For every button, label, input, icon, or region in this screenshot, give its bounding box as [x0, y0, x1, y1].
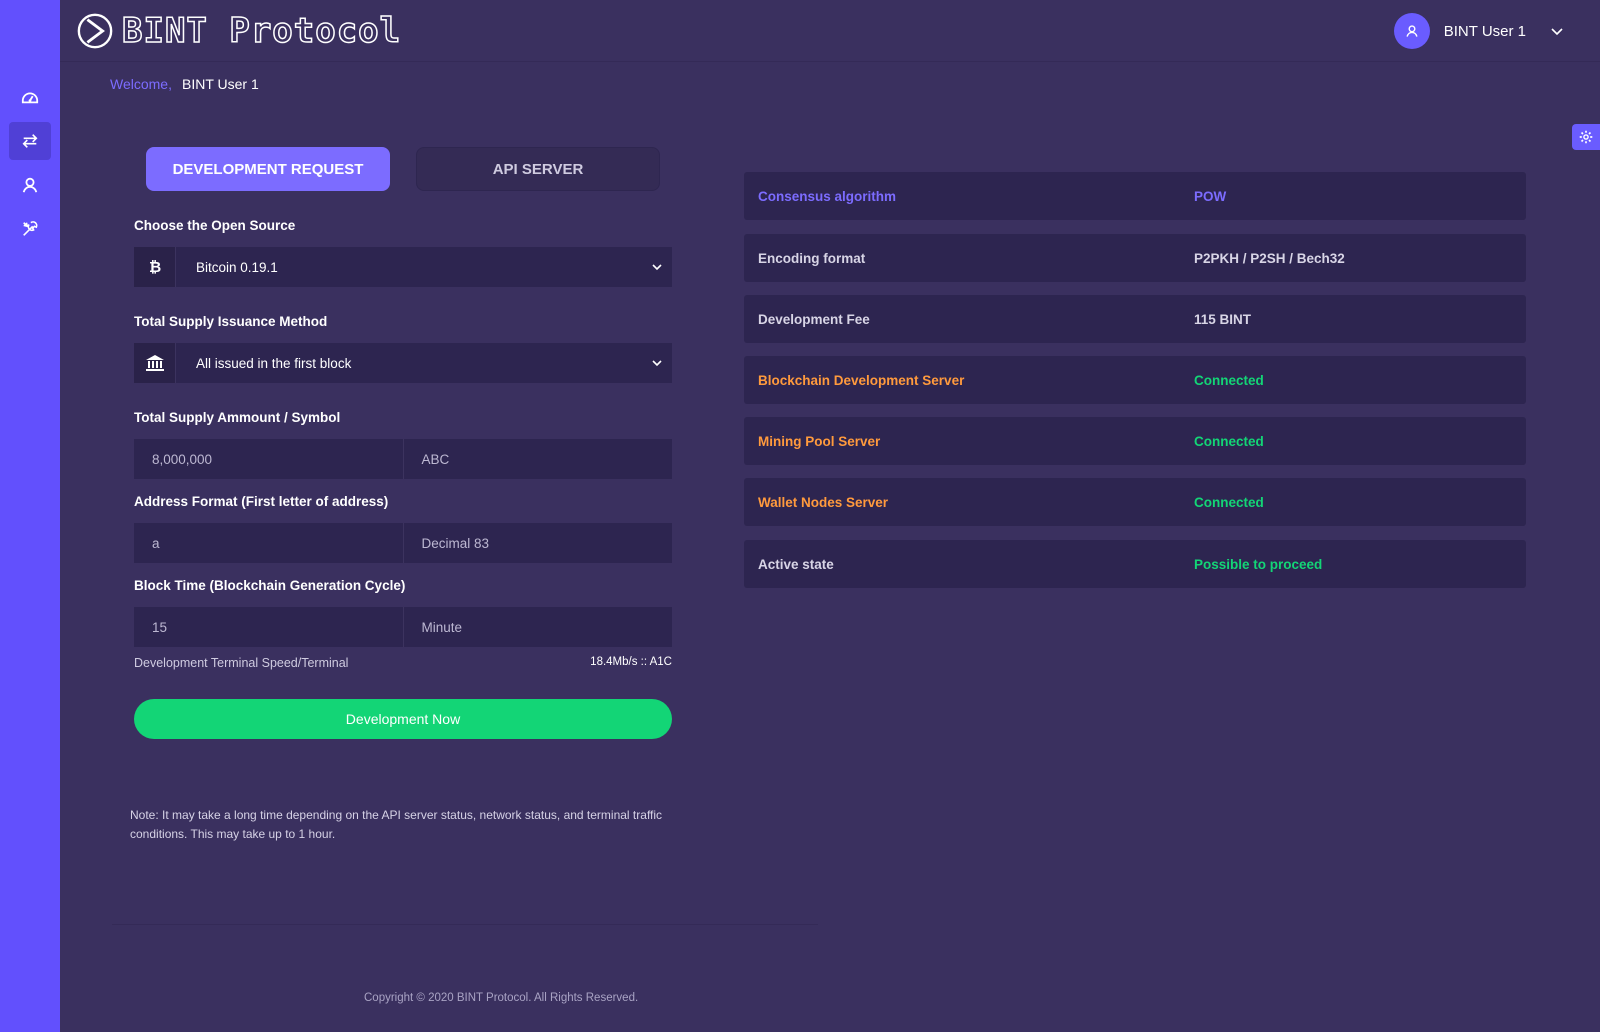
- status-key: Active state: [758, 556, 834, 572]
- issuance-value: All issued in the first block: [196, 355, 352, 371]
- status-value: 115 BINT: [1194, 311, 1252, 327]
- block-time-label: Block Time (Blockchain Generation Cycle): [134, 578, 406, 593]
- status-row-fee: Development Fee 115 BINT: [744, 295, 1526, 343]
- terminal-speed-row: Development Terminal Speed/Terminal 18.4…: [134, 656, 672, 670]
- sidebar-item-user[interactable]: [9, 166, 51, 204]
- brand-logo[interactable]: BINT Protocol: [76, 10, 401, 52]
- status-row-consensus: Consensus algorithm POW: [744, 172, 1526, 220]
- address-format-label: Address Format (First letter of address): [134, 494, 389, 509]
- sidebar-item-exchange[interactable]: [9, 122, 51, 160]
- supply-amount-input[interactable]: 8,000,000: [134, 439, 404, 479]
- status-row-mining-pool: Mining Pool Server Connected: [744, 417, 1526, 465]
- supply-label: Total Supply Ammount / Symbol: [134, 410, 341, 425]
- issuance-select[interactable]: All issued in the first block: [134, 343, 672, 383]
- welcome-label: Welcome,: [110, 76, 172, 92]
- terminal-speed-label: Development Terminal Speed/Terminal: [134, 656, 349, 670]
- welcome-message: Welcome, BINT User 1: [110, 76, 259, 92]
- status-row-blockchain-server: Blockchain Development Server Connected: [744, 356, 1526, 404]
- status-key: Encoding format: [758, 250, 866, 266]
- status-value: POW: [1194, 188, 1227, 204]
- bank-icon: [134, 343, 176, 383]
- exchange-icon: [22, 134, 38, 148]
- terminal-speed-value: 18.4Mb/s :: A1C: [590, 656, 672, 668]
- sidebar: [0, 0, 60, 1032]
- open-source-select[interactable]: ₿ Bitcoin 0.19.1: [134, 247, 672, 287]
- avatar: [1393, 13, 1430, 49]
- status-row-wallet-nodes: Wallet Nodes Server Connected: [744, 478, 1526, 526]
- chevron-down-icon: [642, 358, 672, 368]
- top-header: BINT Protocol BINT User 1: [60, 0, 1600, 62]
- chevron-down-icon[interactable]: [1550, 24, 1564, 38]
- gear-icon: [1579, 130, 1593, 144]
- user-menu[interactable]: BINT User 1: [1393, 12, 1564, 50]
- block-time-unit-input[interactable]: Minute: [404, 607, 673, 647]
- open-source-label: Choose the Open Source: [134, 218, 296, 233]
- status-row-active-state: Active state Possible to proceed: [744, 540, 1526, 588]
- issuance-label: Total Supply Issuance Method: [134, 314, 328, 329]
- brand-logo-icon: [77, 13, 113, 49]
- dashboard-icon: [21, 92, 39, 104]
- status-value: Possible to proceed: [1194, 556, 1323, 572]
- status-key: Blockchain Development Server: [758, 372, 965, 388]
- tools-icon: [23, 221, 38, 236]
- status-value: Connected: [1194, 433, 1264, 449]
- status-value: Connected: [1194, 372, 1264, 388]
- block-time-fields: 15 Minute: [134, 607, 672, 647]
- user-name: BINT User 1: [1443, 22, 1526, 40]
- svg-text:₿: ₿: [149, 259, 161, 275]
- status-key: Wallet Nodes Server: [758, 494, 889, 510]
- copyright: Copyright © 2020 BINT Protocol. All Righ…: [364, 992, 639, 1004]
- sidebar-item-tools[interactable]: [9, 210, 51, 248]
- tab-development-request[interactable]: DEVELOPMENT REQUEST: [146, 147, 390, 191]
- tab-api-server[interactable]: API SERVER: [416, 147, 660, 191]
- address-format-fields: a Decimal 83: [134, 523, 672, 563]
- supply-fields: 8,000,000 ABC: [134, 439, 672, 479]
- address-decimal-input[interactable]: Decimal 83: [404, 523, 673, 563]
- sidebar-item-dashboard[interactable]: [9, 78, 51, 116]
- settings-toggle[interactable]: [1572, 124, 1600, 150]
- user-avatar-icon: [1406, 25, 1418, 37]
- welcome-name: BINT User 1: [181, 76, 259, 92]
- status-key: Mining Pool Server: [758, 433, 881, 449]
- status-value: P2PKH / P2SH / Bech32: [1194, 250, 1345, 266]
- chevron-down-icon: [642, 262, 672, 272]
- status-value: Connected: [1194, 494, 1264, 510]
- brand-name: BINT Protocol: [121, 10, 402, 52]
- block-time-input[interactable]: 15: [134, 607, 404, 647]
- note-text: Note: It may take a long time depending …: [130, 808, 663, 841]
- supply-symbol-input[interactable]: ABC: [404, 439, 673, 479]
- open-source-value: Bitcoin 0.19.1: [196, 259, 278, 275]
- status-key: Consensus algorithm: [758, 188, 897, 204]
- bitcoin-icon: ₿: [134, 247, 176, 287]
- address-letter-input[interactable]: a: [134, 523, 404, 563]
- status-key: Development Fee: [758, 311, 870, 327]
- divider: [112, 924, 818, 925]
- status-row-encoding: Encoding format P2PKH / P2SH / Bech32: [744, 234, 1526, 282]
- user-icon: [22, 177, 38, 193]
- development-now-button[interactable]: Development Now: [134, 699, 672, 739]
